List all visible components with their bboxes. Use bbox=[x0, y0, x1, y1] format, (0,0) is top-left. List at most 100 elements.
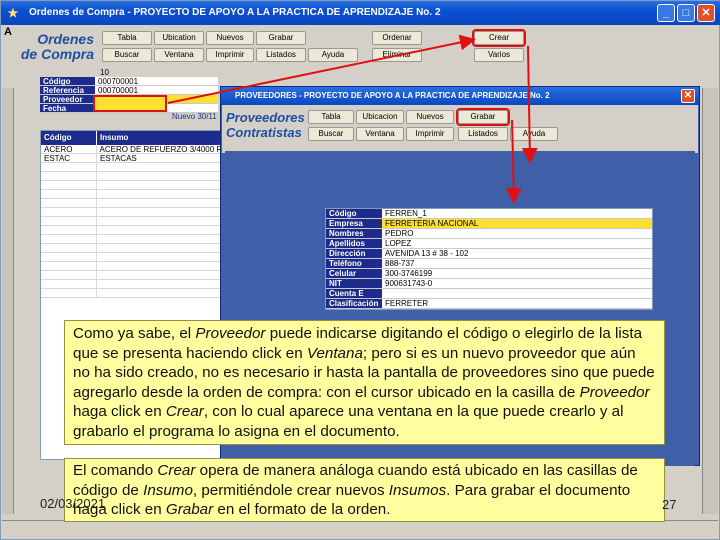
item-codigo[interactable]: ESTAC bbox=[41, 154, 97, 163]
field-label: Cuenta E bbox=[326, 289, 382, 298]
insumo-column-header: Insumo bbox=[100, 133, 129, 142]
field-label: Apellidos bbox=[326, 239, 382, 248]
proveedores-title-bar: PROVEEDORES - PROYECTO DE APOYO A LA PRA… bbox=[221, 87, 699, 105]
proveedor-form: Código FERREN_1 Empresa FERRETERIA NACIONA… bbox=[325, 208, 653, 310]
main-window-title: Ordenes de Compra - PROYECTO DE APOYO A … bbox=[29, 7, 441, 18]
tabla-button[interactable]: Tabla bbox=[102, 31, 152, 45]
prov-ventana-button[interactable]: Ventana bbox=[356, 127, 404, 141]
table-row[interactable] bbox=[41, 163, 221, 172]
right-scrollbar[interactable] bbox=[702, 88, 718, 514]
prov-grabar-button[interactable]: Grabar bbox=[456, 108, 510, 126]
item-insumo[interactable]: ACERO DE REFUERZO 3/4000 R bbox=[97, 145, 222, 153]
item-codigo[interactable]: ACERO bbox=[41, 145, 97, 154]
proveedores-brand-line1: Proveedores bbox=[226, 110, 305, 125]
proveedores-brand: Proveedores Contratistas bbox=[226, 110, 306, 140]
slide-page-number: 27 bbox=[662, 497, 677, 512]
table-row[interactable] bbox=[41, 253, 221, 262]
app-icon: ★ bbox=[7, 6, 19, 20]
form-row: Apellidos LOPEZ bbox=[326, 239, 652, 249]
table-row[interactable]: ACERO ACERO DE REFUERZO 3/4000 R bbox=[41, 145, 221, 154]
form-row: Teléfono 888-737 bbox=[326, 259, 652, 269]
varios-button[interactable]: Varios bbox=[474, 48, 524, 62]
table-row[interactable] bbox=[41, 208, 221, 217]
prov-buscar-button[interactable]: Buscar bbox=[308, 127, 354, 141]
field-label: NIT bbox=[326, 279, 382, 288]
field-value[interactable]: 300-3746199 bbox=[382, 269, 652, 278]
codigo-column-header: Código bbox=[41, 131, 97, 145]
slide-date: 02/03/2021 bbox=[40, 496, 106, 511]
field-label: Dirección bbox=[326, 249, 382, 258]
field-value[interactable]: AVENIDA 13 # 38 - 102 bbox=[382, 249, 652, 258]
proveedor-highlight[interactable] bbox=[93, 95, 167, 112]
callout-paragraph-1: Como ya sabe, el Proveedor puede indicar… bbox=[73, 325, 655, 440]
ubicacion-button[interactable]: Ubication bbox=[154, 31, 204, 45]
grabar-button[interactable]: Grabar bbox=[256, 31, 306, 45]
status-bar bbox=[2, 520, 718, 538]
prov-tabla-button[interactable]: Tabla bbox=[308, 110, 354, 124]
table-row[interactable] bbox=[41, 262, 221, 271]
codigo-field[interactable]: 000700001 bbox=[95, 77, 218, 85]
main-title-bar: ★ Ordenes de Compra - PROYECTO DE APOYO … bbox=[1, 1, 720, 25]
nuevos-button[interactable]: Nuevos bbox=[206, 31, 254, 45]
fecha-extra: Nuevo 30/11 bbox=[172, 112, 217, 121]
imprimir-button[interactable]: Imprimir bbox=[206, 48, 254, 62]
form-row: Empresa FERRETERIA NACIONAL bbox=[326, 219, 652, 229]
table-row[interactable] bbox=[41, 289, 221, 298]
callout-paragraph-2: El comando Crear opera de manera análoga… bbox=[73, 462, 638, 518]
table-row[interactable] bbox=[41, 190, 221, 199]
prov-imprimir-button[interactable]: Imprimir bbox=[406, 127, 454, 141]
minimize-button[interactable]: _ bbox=[657, 4, 675, 22]
form-row: NIT 900631743-0 bbox=[326, 279, 652, 289]
crear-button[interactable]: Crear bbox=[472, 29, 526, 47]
table-row[interactable] bbox=[41, 271, 221, 280]
form-row: Clasificación FERRETER bbox=[326, 299, 652, 309]
ventana-button[interactable]: Ventana bbox=[154, 48, 204, 62]
prov-nuevos-button[interactable]: Nuevos bbox=[406, 110, 454, 124]
close-button[interactable]: ✕ bbox=[697, 4, 715, 22]
table-row[interactable] bbox=[41, 172, 221, 181]
ayuda-button[interactable]: Ayuda bbox=[308, 48, 358, 62]
eliminar-button[interactable]: Eliminar bbox=[372, 48, 422, 62]
field-value[interactable]: FERRETERIA NACIONAL bbox=[382, 219, 652, 228]
table-row[interactable] bbox=[41, 217, 221, 226]
field-value[interactable]: PEDRO bbox=[382, 229, 652, 238]
form-row: Cuenta E bbox=[326, 289, 652, 299]
form-row: Nombres PEDRO bbox=[326, 229, 652, 239]
header-row: Código 000700001 bbox=[40, 77, 218, 86]
orders-brand: Ordenes de Compra bbox=[14, 32, 94, 62]
form-row: Dirección AVENIDA 13 # 38 - 102 bbox=[326, 249, 652, 259]
referencia-field[interactable]: 000700001 bbox=[95, 86, 218, 94]
field-value[interactable]: FERREN_1 bbox=[382, 209, 652, 218]
proveedores-brand-line2: Contratistas bbox=[226, 125, 302, 140]
table-row[interactable]: ESTAC ESTACAS bbox=[41, 154, 221, 163]
orders-brand-line1: Ordenes bbox=[37, 31, 94, 47]
buscar-button[interactable]: Buscar bbox=[102, 48, 152, 62]
table-row[interactable] bbox=[41, 226, 221, 235]
field-value[interactable]: LOPEZ bbox=[382, 239, 652, 248]
item-insumo[interactable]: ESTACAS bbox=[97, 154, 137, 162]
table-row[interactable] bbox=[41, 280, 221, 289]
field-value[interactable]: 888-737 bbox=[382, 259, 652, 268]
listados-button[interactable]: Listados bbox=[256, 48, 306, 62]
prov-listados-button[interactable]: Listados bbox=[458, 127, 508, 141]
left-scrollbar[interactable] bbox=[2, 88, 14, 514]
orders-brand-line2: de Compra bbox=[20, 46, 94, 62]
field-value[interactable] bbox=[382, 289, 652, 298]
table-row[interactable] bbox=[41, 235, 221, 244]
field-label: Clasificación bbox=[326, 299, 382, 308]
table-row[interactable] bbox=[41, 181, 221, 190]
ordenar-button[interactable]: Ordenar bbox=[372, 31, 422, 45]
table-row[interactable] bbox=[41, 199, 221, 208]
maximize-button[interactable]: □ bbox=[677, 4, 695, 22]
field-label: Nombres bbox=[326, 229, 382, 238]
referencia-label: Referencia bbox=[40, 86, 95, 95]
prov-ubicacion-button[interactable]: Ubicacion bbox=[356, 110, 404, 124]
field-value[interactable]: 900631743-0 bbox=[382, 279, 652, 288]
field-label: Teléfono bbox=[326, 259, 382, 268]
proveedor-label: Proveedor bbox=[40, 95, 95, 104]
proveedores-close-icon[interactable]: ✕ bbox=[681, 89, 695, 103]
prov-ayuda-button[interactable]: Ayuda bbox=[510, 127, 558, 141]
field-value[interactable]: FERRETER bbox=[382, 299, 652, 308]
table-row[interactable] bbox=[41, 244, 221, 253]
field-label: Código bbox=[326, 209, 382, 218]
